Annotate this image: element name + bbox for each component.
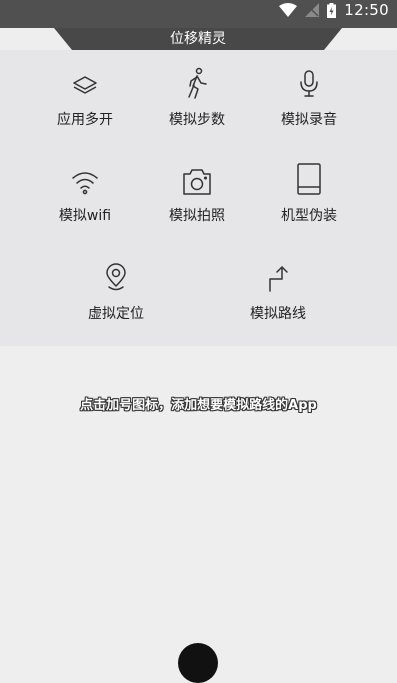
walking-icon [188, 67, 207, 99]
feature-simulate-route[interactable]: 模拟路线 [218, 259, 338, 323]
app-title: 位移精灵 [170, 31, 226, 47]
wifi-signal-icon [279, 3, 298, 17]
hint-text: 点击加号图标，添加想要模拟路线的App [80, 398, 317, 413]
feature-simulate-recording[interactable]: 模拟录音 [249, 65, 369, 129]
route-arrow-icon [269, 266, 288, 292]
feature-label: 应用多开 [57, 112, 113, 128]
feature-label: 机型伪装 [281, 208, 337, 224]
feature-simulate-camera[interactable]: 模拟拍照 [137, 161, 257, 225]
phone-icon [297, 163, 321, 195]
feature-panel: 应用多开 模拟步数 模拟录音 模拟wifi 模拟拍照 机型伪装 虚拟定位 模拟路… [0, 50, 397, 346]
camera-icon [183, 169, 211, 195]
feature-label: 模拟wifi [58, 208, 112, 224]
feature-simulate-steps[interactable]: 模拟步数 [137, 65, 257, 129]
header-tab: 位移精灵 [54, 28, 342, 50]
feature-device-disguise[interactable]: 机型伪装 [249, 161, 369, 225]
status-time: 12:50 [344, 1, 389, 19]
microphone-icon [300, 70, 318, 97]
layers-icon [73, 76, 97, 94]
location-pin-icon [106, 263, 126, 291]
feature-label: 虚拟定位 [88, 306, 144, 322]
feature-label: 模拟步数 [169, 112, 225, 128]
feature-simulate-wifi[interactable]: 模拟wifi [25, 161, 145, 225]
cellular-signal-icon [305, 3, 320, 17]
status-icons: 12:50 [279, 0, 389, 20]
battery-icon [327, 2, 337, 18]
status-bar: 12:50 [0, 0, 397, 28]
wifi-icon [72, 172, 98, 195]
feature-virtual-location[interactable]: 虚拟定位 [56, 259, 176, 323]
add-button[interactable] [178, 643, 218, 683]
feature-label: 模拟录音 [281, 112, 337, 128]
feature-label: 模拟路线 [250, 306, 306, 322]
feature-label: 模拟拍照 [169, 208, 225, 224]
feature-multi-app[interactable]: 应用多开 [25, 65, 145, 129]
